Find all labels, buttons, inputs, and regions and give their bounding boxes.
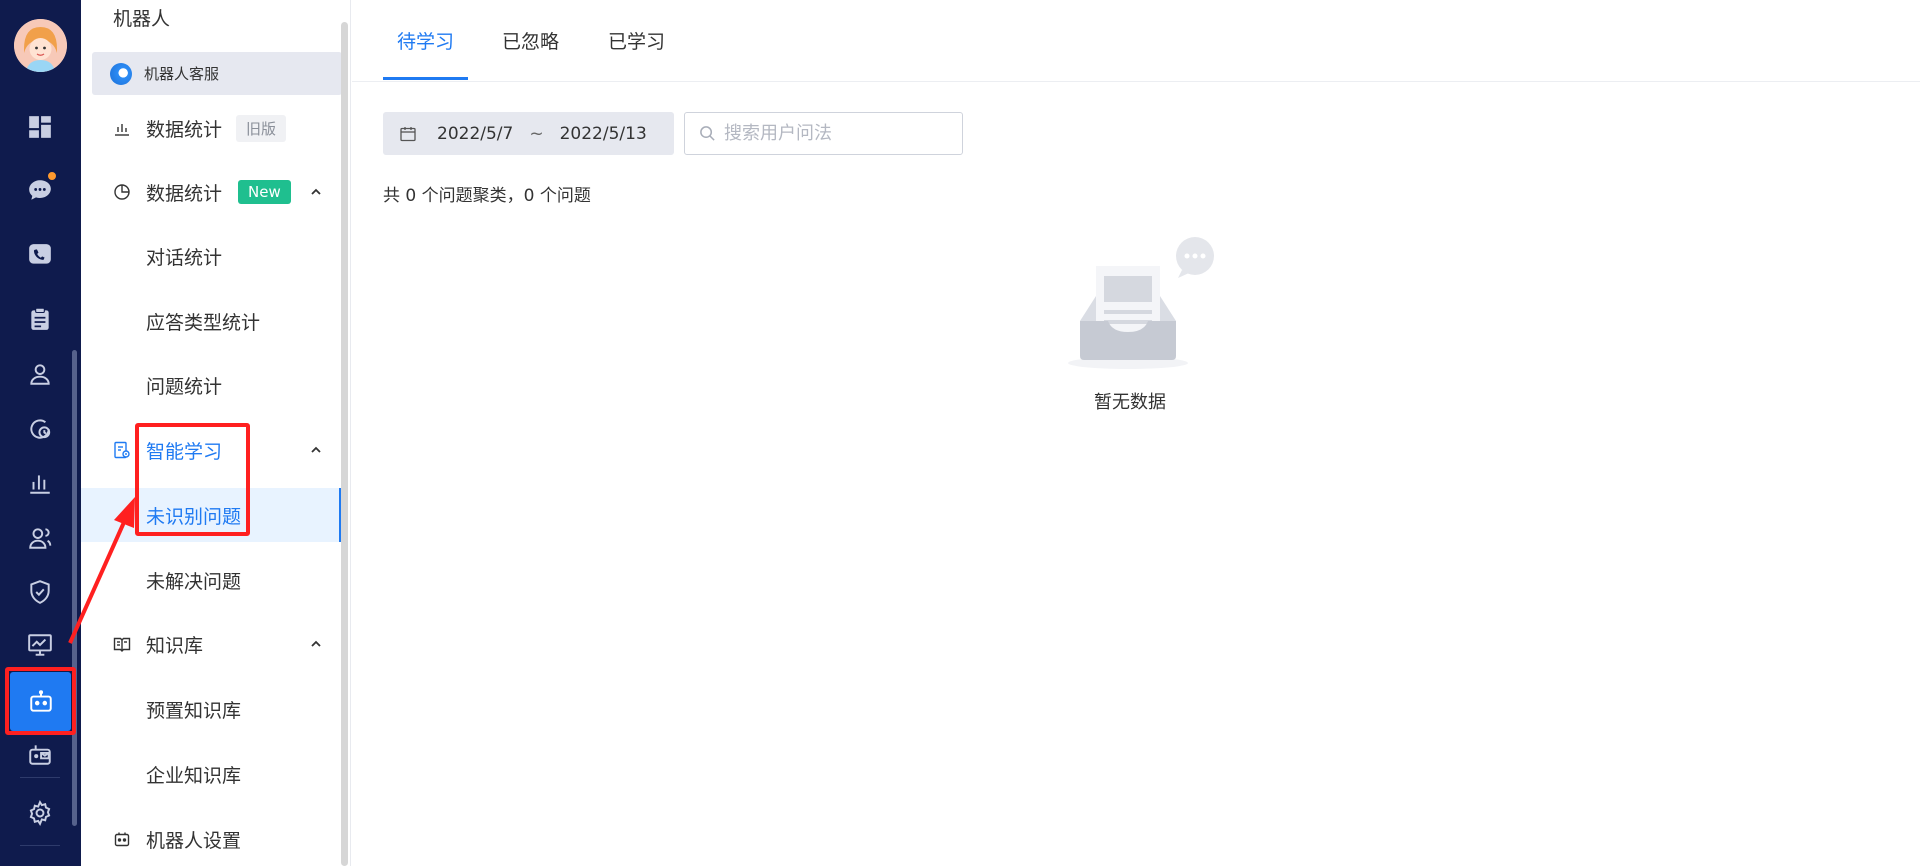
robot-settings-icon [112, 829, 132, 849]
search-field[interactable] [684, 112, 963, 155]
result-summary: 共 0 个问题聚类，0 个问题 [383, 186, 591, 206]
annotation-box-smart-learning [135, 423, 250, 536]
dashboard-icon[interactable] [24, 111, 56, 143]
menu-item-label: 未解决问题 [146, 570, 242, 593]
annotation-box-robot-rail [5, 667, 76, 735]
icon-rail [0, 0, 81, 866]
menu-item-label: 企业知识库 [146, 764, 242, 787]
search-input[interactable] [724, 123, 944, 144]
pie-chart-icon [112, 182, 132, 202]
active-tab-indicator [383, 77, 468, 80]
search-icon [700, 126, 715, 141]
menu-item-label: 问题统计 [146, 375, 223, 398]
phone-icon[interactable] [24, 239, 56, 271]
user-icon[interactable] [24, 358, 56, 390]
monitor-icon[interactable] [24, 629, 56, 661]
menu-item-label: 应答类型统计 [146, 311, 261, 334]
tab-learned[interactable]: 已学习 [608, 27, 665, 54]
menu-scrollbar[interactable] [341, 22, 348, 866]
menu-item-response-type-stats[interactable]: 应答类型统计 [81, 294, 343, 348]
tab-bar: 待学习 已忽略 已学习 [352, 0, 1920, 82]
menu-item-robot-settings[interactable]: 机器人设置 [81, 812, 343, 866]
old-version-tag: 旧版 [236, 114, 287, 142]
robot-avatar-icon [110, 62, 132, 85]
history-icon[interactable] [24, 413, 56, 445]
robot-selector[interactable]: 机器人客服 [92, 52, 342, 95]
notification-badge [46, 170, 58, 182]
menu-item-knowledge-base[interactable]: 知识库 [81, 617, 343, 671]
learning-doc-icon [112, 440, 132, 460]
empty-state-text: 暂无数据 [1094, 392, 1166, 413]
menu-item-label: 数据统计 [146, 118, 223, 141]
menu-header: 机器人 [113, 8, 171, 30]
book-icon [112, 634, 132, 654]
menu-item-data-stats-old[interactable]: 数据统计 旧版 [81, 101, 343, 155]
menu-item-data-stats-new[interactable]: 数据统计 New [81, 165, 343, 219]
chevron-up-icon[interactable] [309, 185, 323, 199]
avatar[interactable] [14, 19, 67, 72]
clipboard-icon[interactable] [24, 303, 56, 335]
empty-inbox-icon [1068, 237, 1214, 369]
date-end: 2022/5/13 [559, 123, 647, 144]
chevron-up-icon[interactable] [309, 637, 323, 651]
new-tag: New [238, 180, 291, 204]
menu-item-label: 知识库 [146, 634, 204, 657]
rail-divider [20, 777, 60, 778]
date-range-picker[interactable]: 2022/5/7 ~ 2022/5/13 [383, 112, 674, 155]
tab-pending-learning[interactable]: 待学习 [397, 27, 454, 54]
menu-item-preset-knowledge[interactable]: 预置知识库 [81, 682, 343, 736]
menu-item-unresolved-questions[interactable]: 未解决问题 [81, 553, 343, 607]
app-root: 机器人 机器人客服 数据统计 旧版 数据统计 New 对话统计 应答类型统计 问… [0, 0, 1920, 866]
tab-ignored[interactable]: 已忽略 [502, 27, 559, 54]
robot-selector-label: 机器人客服 [144, 65, 220, 83]
shield-icon[interactable] [24, 576, 56, 608]
bar-chart-icon[interactable] [24, 467, 56, 499]
date-start: 2022/5/7 [437, 123, 514, 144]
rail-scrollbar[interactable] [72, 350, 77, 826]
rail-divider [20, 845, 60, 846]
menu-item-label: 预置知识库 [146, 699, 242, 722]
robot-mail-icon[interactable] [24, 738, 56, 770]
menu-item-label: 机器人设置 [146, 829, 242, 852]
menu-item-enterprise-knowledge[interactable]: 企业知识库 [81, 747, 343, 801]
menu-item-question-stats[interactable]: 问题统计 [81, 358, 343, 412]
date-separator: ~ [529, 123, 544, 144]
settings-gear-icon[interactable] [24, 797, 56, 829]
menu-item-label: 数据统计 [146, 182, 223, 205]
menu-item-label: 对话统计 [146, 246, 223, 269]
team-icon[interactable] [24, 522, 56, 554]
chevron-up-icon[interactable] [309, 443, 323, 457]
menu-item-dialogue-stats[interactable]: 对话统计 [81, 229, 343, 283]
calendar-icon [400, 126, 416, 141]
chart-icon [112, 118, 132, 138]
main-content: 待学习 已忽略 已学习 2022/5/7 ~ 2022/5/13 共 0 个问题… [352, 0, 1920, 866]
